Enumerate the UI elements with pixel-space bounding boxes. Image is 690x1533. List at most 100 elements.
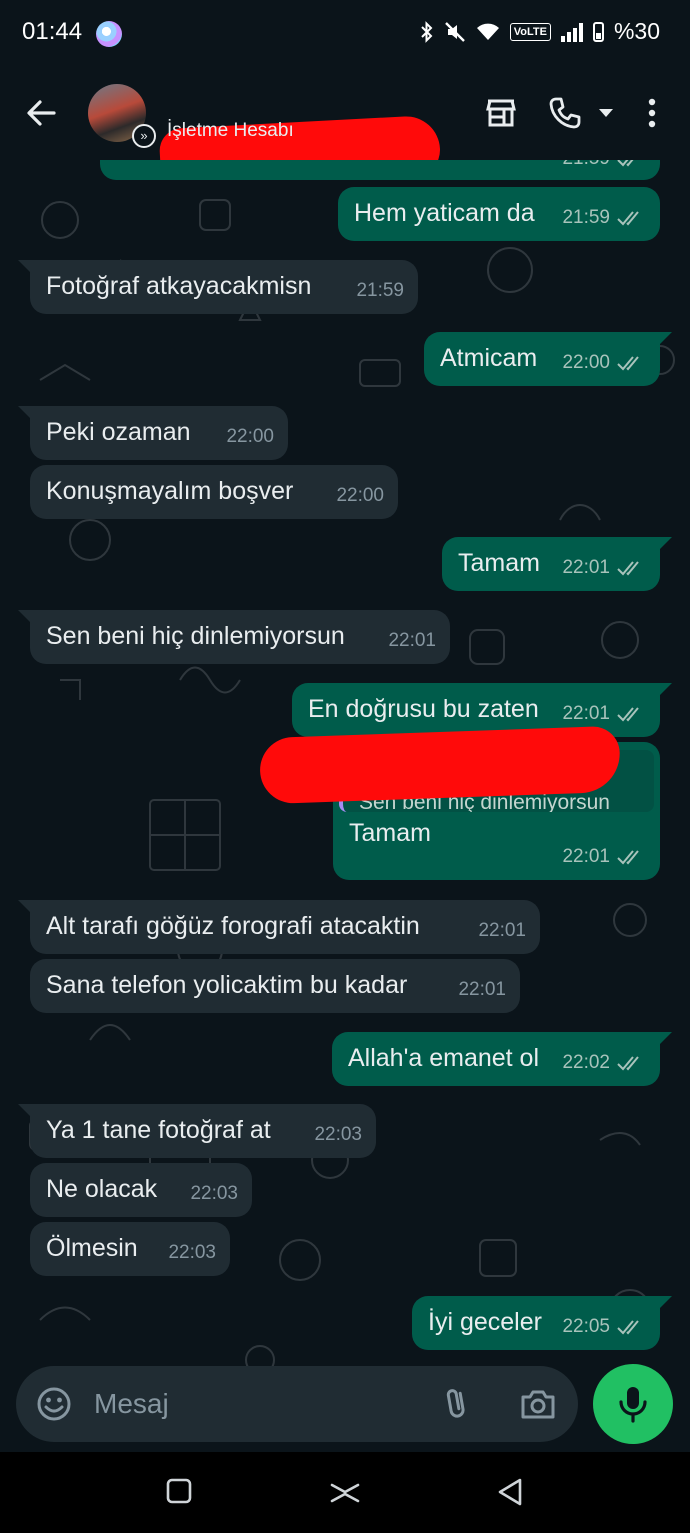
system-nav-bar <box>0 1452 690 1533</box>
message-bubble-incoming[interactable]: Konuşmayalım boşver 22:00 <box>30 465 398 519</box>
double-check-icon <box>617 211 639 226</box>
voice-message-button[interactable] <box>593 1364 673 1444</box>
message-bubble-incoming[interactable]: Peki ozaman 22:00 <box>18 406 288 460</box>
message-time: 22:01 <box>562 703 610 724</box>
message-bubble-partial[interactable]: 21:59 <box>100 160 660 180</box>
message-text: Tamam <box>458 549 540 577</box>
bluetooth-icon <box>421 20 433 43</box>
message-meta: 22:05 <box>562 1312 646 1342</box>
message-meta: 22:00 <box>336 481 384 511</box>
message-text: Allah'a emanet ol <box>348 1044 540 1072</box>
message-meta: 22:00 <box>226 422 274 452</box>
home-icon[interactable] <box>330 1482 360 1504</box>
message-bubble-incoming[interactable]: Alt tarafı göğüz forografi atacaktin 22:… <box>18 900 540 954</box>
volte-badge: VoLTE <box>509 22 551 41</box>
message-time: 22:01 <box>458 979 506 1000</box>
message-meta: 22:03 <box>168 1238 216 1268</box>
message-text: Ya 1 tane fotoğraf at <box>46 1116 271 1144</box>
message-bubble-outgoing[interactable]: Hem yaticam da 21:59 <box>338 187 660 241</box>
message-text: İyi geceler <box>428 1308 542 1336</box>
double-check-icon <box>617 356 639 371</box>
message-meta: 22:01 <box>562 842 646 872</box>
double-check-icon <box>617 850 639 865</box>
message-time: 22:03 <box>314 1124 362 1145</box>
message-text: Sana telefon yolicaktim bu kadar <box>46 971 408 999</box>
message-meta: 22:01 <box>562 699 646 729</box>
message-meta: 22:01 <box>562 553 646 583</box>
message-text: Alt tarafı göğüz forografi atacaktin <box>46 912 420 940</box>
double-check-icon <box>617 1056 639 1071</box>
mute-icon <box>444 21 465 42</box>
message-bubble-incoming[interactable]: Ne olacak 22:03 <box>30 1163 252 1217</box>
emoji-icon[interactable] <box>36 1386 72 1422</box>
storefront-icon[interactable] <box>484 96 518 130</box>
message-bubble-incoming[interactable]: Fotoğraf atkayacakmisn 21:59 <box>18 260 418 314</box>
battery-percent: %30 <box>613 18 660 44</box>
double-check-icon <box>617 707 639 722</box>
message-time: 22:03 <box>190 1183 238 1204</box>
message-meta: 21:59 <box>356 276 404 306</box>
battery-icon <box>592 21 604 42</box>
message-text: Sen beni hiç dinlemiyorsun <box>46 622 345 650</box>
message-time: 22:05 <box>562 1316 610 1337</box>
message-text: Konuşmayalım boşver <box>46 477 294 505</box>
message-bubble-outgoing[interactable]: Atmicam 22:00 <box>424 332 672 386</box>
message-time: 21:59 <box>356 280 404 301</box>
attach-icon[interactable] <box>440 1386 474 1422</box>
phone-icon[interactable] <box>548 96 582 130</box>
wifi-icon <box>476 23 499 40</box>
message-meta: 22:01 <box>478 916 526 946</box>
message-text: Hem yaticam da <box>354 199 535 227</box>
double-check-icon <box>617 160 634 167</box>
business-account-label[interactable]: İşletme Hesabı <box>167 120 294 142</box>
message-text: Fotoğraf atkayacakmisn <box>46 272 312 300</box>
message-time: 22:01 <box>478 920 526 941</box>
message-time: 22:00 <box>336 485 384 506</box>
message-bubble-outgoing[interactable]: Allah'a emanet ol 22:02 <box>332 1032 672 1086</box>
status-time: 01:44 <box>22 18 83 45</box>
message-bubble-incoming[interactable]: Ölmesin 22:03 <box>30 1222 230 1276</box>
message-meta: 21:59 <box>562 203 646 233</box>
message-meta: 22:03 <box>190 1179 238 1209</box>
redacted-quote-sender <box>258 725 622 805</box>
message-time: 22:01 <box>388 630 436 651</box>
double-check-icon <box>617 1320 639 1335</box>
message-text: Atmicam <box>440 344 538 372</box>
message-meta: 22:01 <box>458 975 506 1005</box>
mic-icon <box>619 1387 647 1423</box>
message-bubble-incoming[interactable]: Ya 1 tane fotoğraf at 22:03 <box>18 1104 376 1158</box>
back-arrow-icon[interactable] <box>24 96 58 130</box>
message-meta: 22:02 <box>562 1048 646 1078</box>
message-time: 22:03 <box>168 1242 216 1263</box>
dropdown-icon[interactable] <box>598 108 614 118</box>
message-bubble-outgoing[interactable]: Tamam 22:01 <box>442 537 672 591</box>
message-time: 21:59 <box>562 207 610 228</box>
message-time: 22:01 <box>562 846 610 867</box>
message-time: 21:59 <box>562 160 610 174</box>
notification-app-icon <box>96 21 122 47</box>
double-check-icon <box>617 561 639 576</box>
message-time: 22:02 <box>562 1052 610 1073</box>
back-nav-icon[interactable] <box>497 1478 523 1506</box>
status-bar: 01:44 VoLTE %30 <box>0 0 690 70</box>
message-meta: 22:03 <box>314 1120 362 1150</box>
message-text: Ölmesin <box>46 1234 138 1262</box>
message-bubble-incoming[interactable]: Sana telefon yolicaktim bu kadar 22:01 <box>30 959 520 1013</box>
message-bubble-incoming[interactable]: Sen beni hiç dinlemiyorsun 22:01 <box>18 610 450 664</box>
message-text: Ne olacak <box>46 1175 158 1203</box>
message-list[interactable]: 21:59 Hem yaticam da 21:59 Fotoğraf atka… <box>0 160 690 1450</box>
message-input[interactable]: Mesaj <box>94 1388 169 1420</box>
message-meta: 22:01 <box>388 626 436 656</box>
message-composer[interactable]: Mesaj <box>16 1366 578 1442</box>
recents-icon[interactable] <box>166 1478 192 1504</box>
status-icons: VoLTE %30 <box>420 18 660 45</box>
camera-icon[interactable] <box>520 1387 556 1421</box>
message-bubble-outgoing[interactable]: İyi geceler 22:05 <box>412 1296 672 1350</box>
signal-icon <box>560 22 583 42</box>
more-vert-icon[interactable] <box>646 96 658 130</box>
message-meta: 21:59 <box>562 160 646 174</box>
message-text: Peki ozaman <box>46 418 191 446</box>
chat-header: » İşletme Hesabı <box>0 70 690 192</box>
message-time: 22:00 <box>226 426 274 447</box>
message-time: 22:01 <box>562 557 610 578</box>
